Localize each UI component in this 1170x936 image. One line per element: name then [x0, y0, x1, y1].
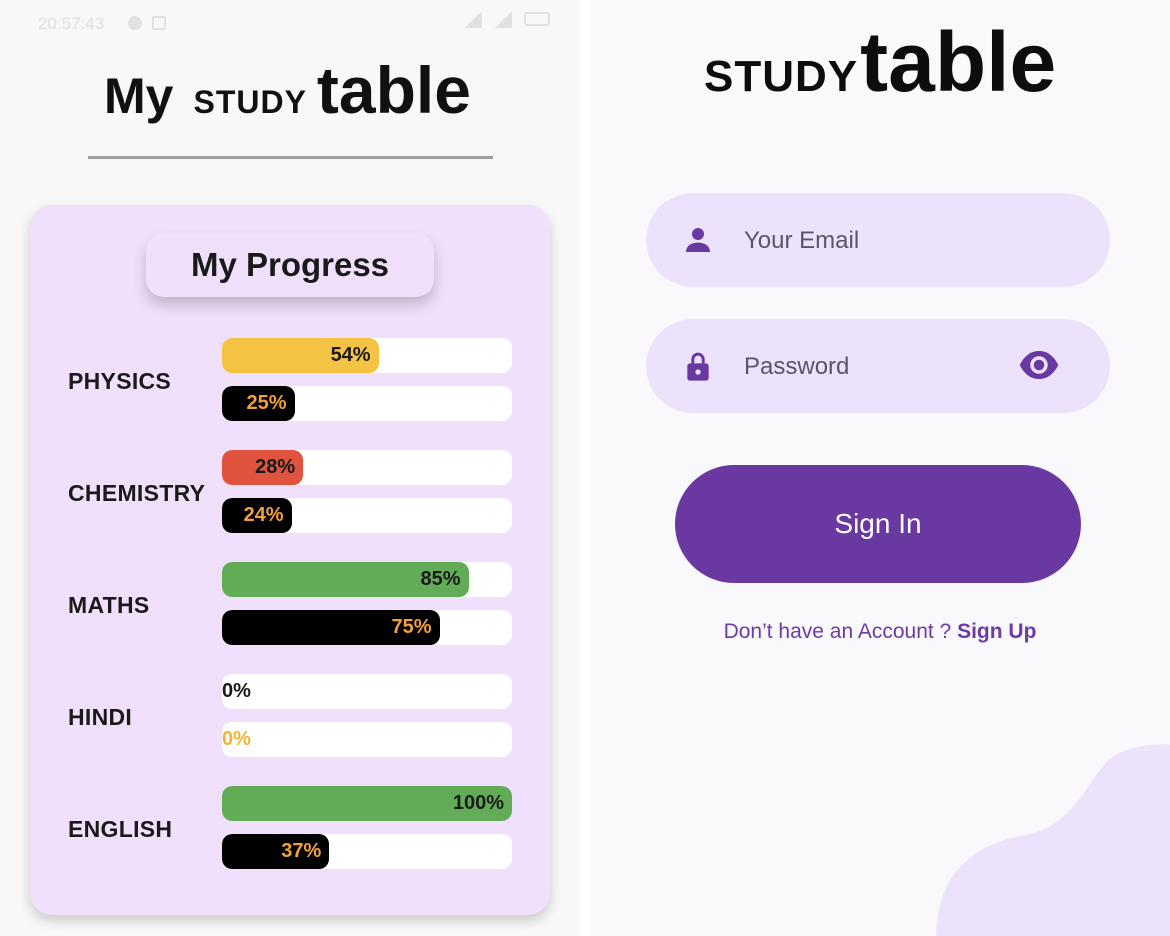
- sign-in-button[interactable]: Sign In: [675, 465, 1081, 583]
- progress-percent: 28%: [255, 456, 296, 478]
- sign-in-screen: STUDY table Sign In Don’t have an Accoun…: [590, 0, 1170, 936]
- progress-bar-primary: 54%: [222, 338, 512, 373]
- progress-bar-secondary: 75%: [222, 610, 512, 645]
- progress-fill: 25%: [222, 386, 295, 421]
- gallery-icon: [152, 16, 166, 30]
- subject-name: CHEMISTRY: [68, 480, 206, 506]
- subject-name: MATHS: [68, 592, 150, 618]
- subject-name: HINDI: [68, 704, 133, 730]
- password-input[interactable]: [742, 341, 1006, 393]
- progress-percent: 54%: [330, 344, 371, 366]
- title-my: My: [104, 68, 174, 124]
- progress-percent: 75%: [391, 616, 432, 638]
- sign-up-link[interactable]: Sign Up: [957, 620, 1036, 643]
- progress-percent: 0%: [222, 728, 251, 750]
- title-study: STUDY: [193, 84, 307, 120]
- progress-card: My Progress PHYSICS 54% 25% CHEMISTRY 28% 24%…: [30, 205, 550, 915]
- progress-percent: 100%: [452, 792, 504, 814]
- wifi-icon: [494, 12, 512, 28]
- status-time: 20:57:43: [38, 14, 105, 33]
- subject-name: PHYSICS: [68, 368, 172, 394]
- progress-percent: 25%: [246, 392, 287, 414]
- progress-percent: 0%: [222, 680, 251, 702]
- progress-fill: 100%: [222, 786, 512, 821]
- subject-row: CHEMISTRY 28% 24%: [30, 450, 550, 540]
- brand-table: table: [860, 15, 1057, 109]
- progress-fill: 54%: [222, 338, 379, 373]
- app-title: My STUDY table: [104, 52, 471, 128]
- progress-percent: 24%: [243, 504, 284, 526]
- progress-bar-secondary: 0%: [222, 722, 512, 757]
- status-bar: 20:57:43: [38, 12, 550, 38]
- progress-bar-primary: 0%: [222, 674, 512, 709]
- progress-bar-primary: 100%: [222, 786, 512, 821]
- brand-logo: STUDY table: [704, 14, 1056, 111]
- signup-prompt: Don’t have an Account ?: [723, 620, 958, 643]
- progress-title: My Progress: [146, 233, 434, 297]
- email-field[interactable]: [646, 193, 1110, 287]
- progress-bar-secondary: 25%: [222, 386, 512, 421]
- progress-bar-primary: 28%: [222, 450, 512, 485]
- email-input[interactable]: [742, 215, 1006, 267]
- battery-icon: [524, 12, 550, 26]
- person-icon: [686, 228, 710, 252]
- title-divider: [88, 156, 493, 159]
- screen-divider: [580, 0, 590, 936]
- subject-name: ENGLISH: [68, 816, 173, 842]
- progress-fill: 75%: [222, 610, 440, 645]
- progress-bar-secondary: 24%: [222, 498, 512, 533]
- progress-screen: 20:57:43 My STUDY table My Progress PHYS…: [0, 0, 580, 936]
- subject-row: PHYSICS 54% 25%: [30, 338, 550, 428]
- progress-percent: 85%: [420, 568, 461, 590]
- decorative-blob: [936, 744, 1170, 936]
- subject-row: HINDI 0% 0%: [30, 674, 550, 764]
- password-field[interactable]: [646, 319, 1110, 413]
- title-table: table: [316, 53, 471, 127]
- subject-row: ENGLISH 100% 37%: [30, 786, 550, 876]
- progress-fill: 24%: [222, 498, 292, 533]
- notification-icon: [128, 16, 142, 30]
- progress-fill: 28%: [222, 450, 304, 485]
- signal-icon: [464, 12, 482, 28]
- signup-prompt-line: Don’t have an Account ? Sign Up: [590, 620, 1170, 644]
- progress-bar-primary: 85%: [222, 562, 512, 597]
- progress-fill: 37%: [222, 834, 330, 869]
- progress-fill: 85%: [222, 562, 469, 597]
- progress-percent: 37%: [281, 840, 322, 862]
- eye-icon[interactable]: [1018, 347, 1060, 383]
- lock-icon: [687, 352, 709, 381]
- subject-row: MATHS 85% 75%: [30, 562, 550, 652]
- brand-study: STUDY: [704, 52, 859, 101]
- progress-bar-secondary: 37%: [222, 834, 512, 869]
